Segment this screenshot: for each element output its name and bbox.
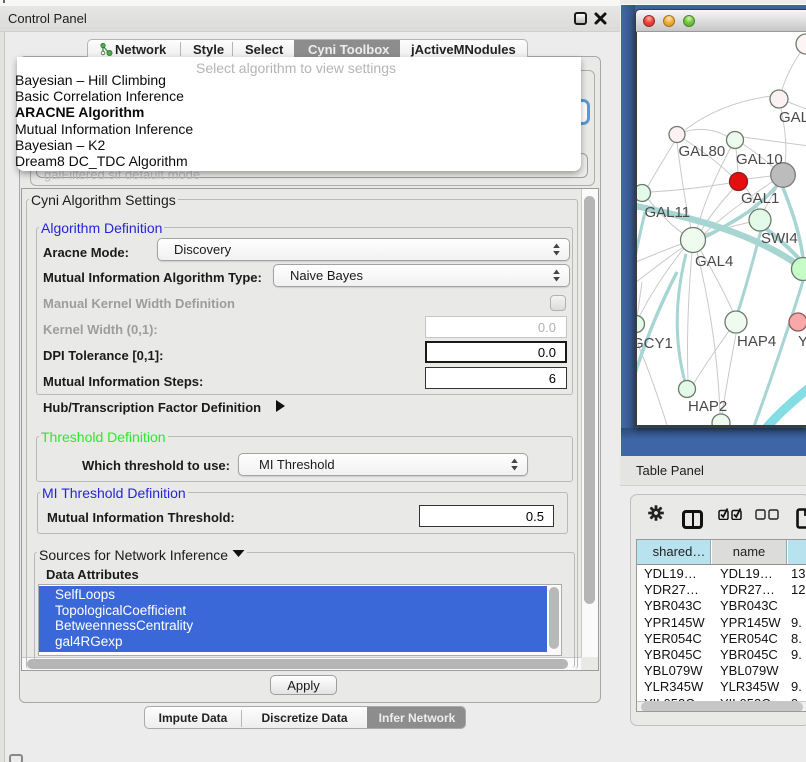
svg-text:GAL4: GAL4 (695, 253, 733, 270)
svg-text:GAL80: GAL80 (679, 143, 726, 160)
svg-text:SWI4: SWI4 (761, 230, 798, 247)
svg-text:GAL10: GAL10 (736, 151, 783, 168)
svg-text:HAP4: HAP4 (737, 333, 776, 350)
svg-text:GAL7: GAL7 (779, 109, 806, 126)
svg-text:Y: Y (798, 333, 806, 350)
svg-text:HAP2: HAP2 (688, 398, 727, 415)
svg-text:GAL1: GAL1 (741, 190, 779, 207)
svg-text:GCY1: GCY1 (637, 335, 673, 352)
svg-text:GAL11: GAL11 (645, 204, 691, 221)
